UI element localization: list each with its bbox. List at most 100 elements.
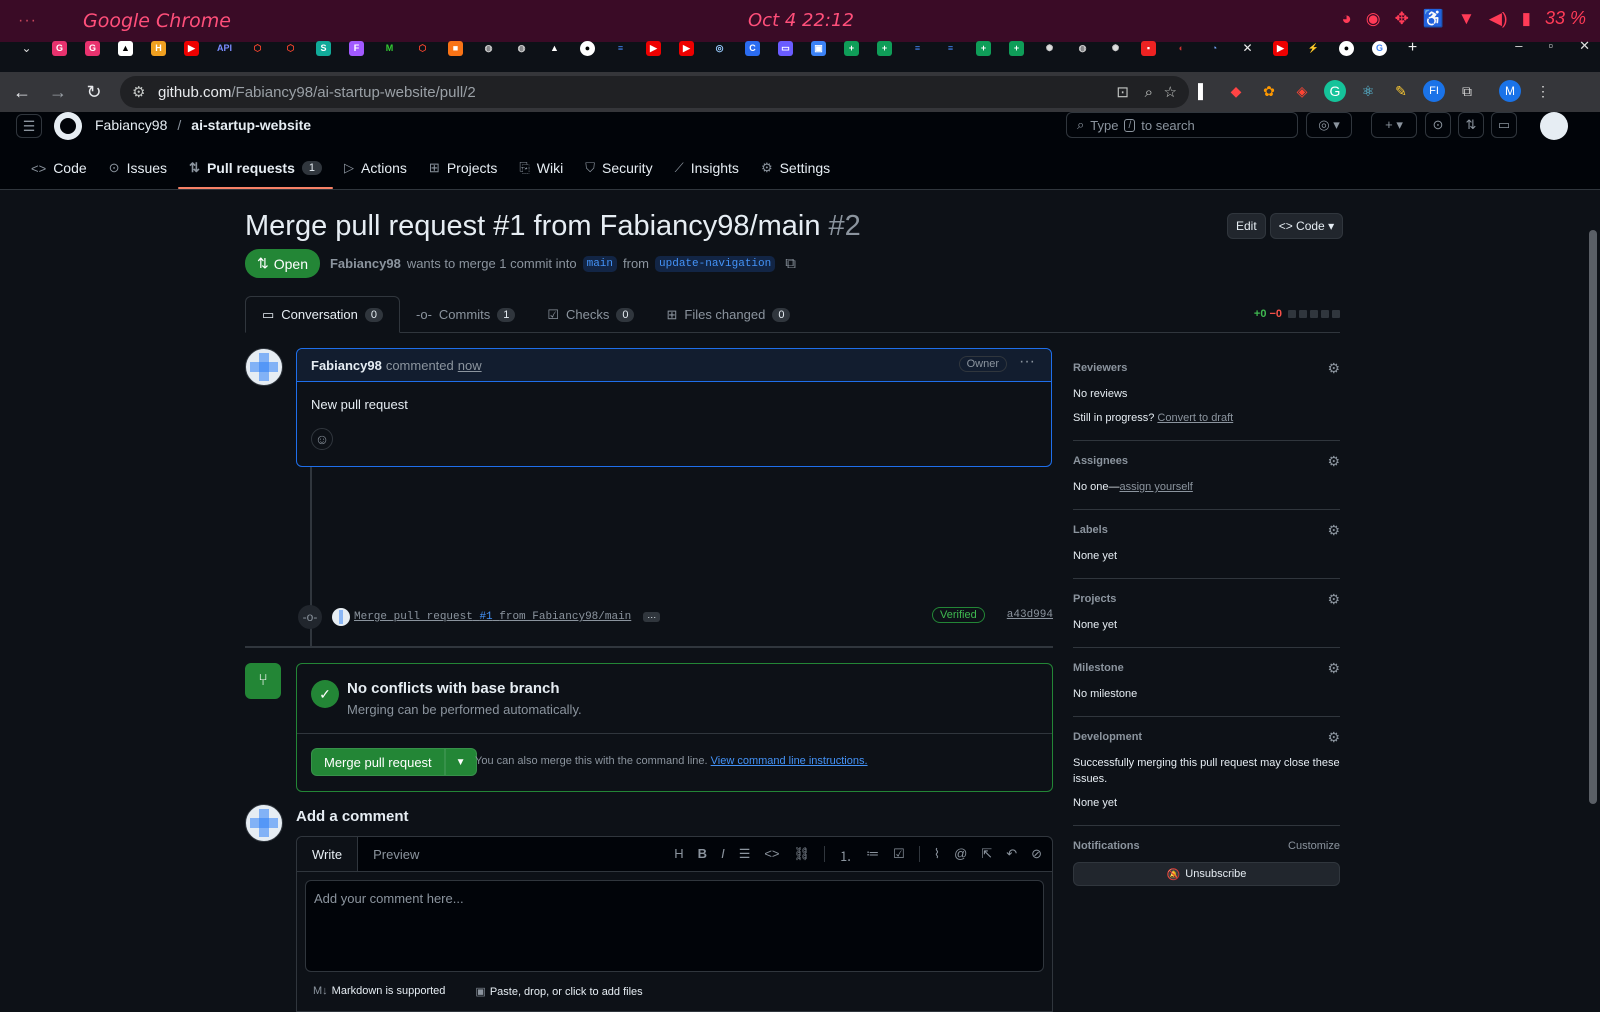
commit-pr-link[interactable]: #1 — [479, 611, 492, 623]
ext-red-icon[interactable]: ◆ — [1225, 80, 1247, 102]
assignees-heading[interactable]: Assignees — [1073, 455, 1340, 467]
issues-icon[interactable]: ⊙ — [1425, 112, 1451, 138]
active-app-name[interactable]: Google Chrome — [83, 10, 231, 32]
kebab-menu-icon[interactable]: ··· — [1019, 353, 1035, 371]
reload-icon[interactable]: ↻ — [76, 82, 112, 103]
zoom-icon[interactable]: ⌕ — [1145, 84, 1153, 101]
gear-icon[interactable]: ⚙ — [1327, 591, 1340, 608]
tab-favicon-globe-icon[interactable]: ◍ — [472, 37, 505, 59]
create-new-button[interactable]: + ▾ — [1371, 112, 1417, 138]
tab-favicon-badge-icon[interactable]: ▪ — [1132, 37, 1165, 59]
merge-pull-request-button[interactable]: Merge pull request — [311, 748, 445, 776]
tab-favicon-red-icon[interactable]: ◐ — [1165, 37, 1198, 59]
tab-favicon-youtube3-icon[interactable]: ▶ — [670, 37, 703, 59]
tab-checks[interactable]: ☑ Checks 0 — [531, 296, 650, 333]
pull-requests-icon[interactable]: ⇅ — [1458, 112, 1484, 138]
code-icon[interactable]: <> — [764, 846, 779, 865]
accessibility-icon[interactable]: ♿ — [1423, 9, 1444, 29]
site-info-icon[interactable]: ⚙ — [132, 83, 145, 101]
maximize-icon[interactable]: ▫ — [1548, 38, 1553, 54]
current-user-avatar[interactable] — [245, 804, 283, 842]
tab-files-changed[interactable]: ⊞ Files changed 0 — [650, 296, 806, 333]
tab-favicon-figma-icon[interactable]: F — [340, 37, 373, 59]
tab-settings[interactable]: ⚙ Settings — [750, 150, 841, 186]
tab-issues[interactable]: ⊙ Issues — [98, 150, 178, 186]
comment-textarea[interactable]: Add your comment here... — [305, 880, 1044, 972]
quote-icon[interactable]: ☰ — [739, 846, 751, 865]
gear-icon[interactable]: ⚙ — [1327, 453, 1340, 470]
tab-favicon-hostinger-icon[interactable]: H — [142, 37, 175, 59]
tab-code[interactable]: <> Code — [20, 150, 98, 186]
tab-favicon-sheets-icon[interactable]: + — [835, 37, 868, 59]
gear-icon[interactable]: ⚙ — [1327, 360, 1340, 377]
tab-favicon-image-icon[interactable]: ▣ — [802, 37, 835, 59]
copilot-button[interactable]: ◎ ▾ — [1306, 112, 1352, 138]
expand-commit-button[interactable]: ··· — [643, 612, 661, 622]
tab-favicon-window-icon[interactable]: ▭ — [769, 37, 802, 59]
tab-favicon-github-icon[interactable]: ● — [571, 37, 604, 59]
search-input[interactable]: ⌕ Type / to search — [1066, 112, 1298, 138]
bookmark-star-icon[interactable]: ☆ — [1164, 83, 1177, 101]
merge-method-dropdown[interactable]: ▼ — [444, 748, 477, 776]
edit-title-button[interactable]: Edit — [1227, 213, 1266, 239]
head-branch[interactable]: update-navigation — [655, 255, 776, 272]
tab-favicon-gmail-icon[interactable]: M — [373, 37, 406, 59]
milestone-heading[interactable]: Milestone — [1073, 662, 1340, 674]
comment-author-avatar[interactable] — [245, 348, 283, 386]
ext-fi-icon[interactable]: FI — [1423, 80, 1445, 102]
volume-icon[interactable]: ◀) — [1489, 9, 1508, 29]
back-icon[interactable]: ← — [4, 82, 40, 103]
tab-security[interactable]: ⛉ Security — [574, 150, 663, 186]
hamburger-menu-icon[interactable]: ☰ — [16, 114, 42, 138]
tab-favicon-box-icon[interactable]: ■ — [439, 37, 472, 59]
gear-icon[interactable]: ⚙ — [1327, 660, 1340, 677]
tab-favicon-vercel-icon[interactable]: ▲ — [109, 37, 142, 59]
tab-favicon-globe2-icon[interactable]: ◍ — [505, 37, 538, 59]
speedometer-icon[interactable]: ◕ — [1341, 9, 1351, 29]
slack-icon[interactable]: ✥ — [1395, 9, 1409, 29]
repo-name-link[interactable]: ai-startup-website — [191, 117, 311, 133]
tab-favicon-swirl-icon[interactable]: ◔ — [1198, 37, 1231, 59]
chrome-menu-icon[interactable]: ⋮ — [1532, 80, 1554, 102]
reply-icon[interactable]: ↶ — [1006, 846, 1017, 865]
tab-favicon-g1-icon[interactable]: G — [43, 37, 76, 59]
github-logo-icon[interactable] — [54, 112, 82, 140]
write-tab[interactable]: Write — [297, 837, 359, 871]
bullet-list-icon[interactable]: ≔ — [866, 846, 879, 865]
tab-favicon-openai-icon[interactable]: ✺ — [1033, 37, 1066, 59]
ext-brave-icon[interactable]: ◈ — [1291, 80, 1313, 102]
commit-author-avatar[interactable] — [332, 608, 350, 626]
activities-button[interactable]: ··· — [18, 12, 37, 30]
tab-favicon-api-icon[interactable]: API — [208, 37, 241, 59]
convert-to-draft-link[interactable]: Convert to draft — [1157, 412, 1233, 424]
attach-note[interactable]: ▣ Paste, drop, or click to add files — [475, 985, 642, 998]
assign-yourself-link[interactable]: assign yourself — [1119, 481, 1192, 493]
tab-favicon-globe3-icon[interactable]: ◍ — [1066, 37, 1099, 59]
clock[interactable]: Oct 4 22:12 — [748, 10, 854, 31]
projects-heading[interactable]: Projects — [1073, 593, 1340, 605]
repo-owner-link[interactable]: Fabiancy98 — [95, 117, 167, 133]
tab-favicon-openai2-icon[interactable]: ✺ — [1099, 37, 1132, 59]
verified-badge[interactable]: Verified — [932, 607, 985, 623]
tab-favicon-web-icon[interactable]: ◎ — [703, 37, 736, 59]
new-tab-icon[interactable]: + — [1396, 37, 1429, 59]
tab-commits[interactable]: -o- Commits 1 — [400, 296, 531, 333]
unsubscribe-button[interactable]: 🔕 Unsubscribe — [1073, 862, 1340, 886]
commit-sha-link[interactable]: a43d994 — [1007, 609, 1053, 621]
customize-link[interactable]: Customize — [1288, 840, 1340, 852]
labels-heading[interactable]: Labels — [1073, 524, 1340, 536]
slash-command-icon[interactable]: ⊘ — [1031, 846, 1042, 865]
italic-icon[interactable]: I — [721, 846, 725, 865]
markdown-note[interactable]: M↓ Markdown is supported — [313, 985, 445, 998]
tab-favicon-google-icon[interactable]: G — [1363, 37, 1396, 59]
copy-icon[interactable]: ⧉ — [785, 255, 796, 272]
tab-favicon-docs2-icon[interactable]: ≡ — [901, 37, 934, 59]
tab-favicon-github2-icon[interactable]: ● — [1330, 37, 1363, 59]
chrome-tray-icon[interactable]: ◉ — [1366, 9, 1381, 29]
bold-icon[interactable]: B — [698, 846, 707, 865]
tab-favicon-youtube2-icon[interactable]: ▶ — [637, 37, 670, 59]
cross-reference-icon[interactable]: ⇱ — [981, 846, 992, 865]
tab-favicon-laravel3-icon[interactable]: ⬡ — [406, 37, 439, 59]
tab-favicon-logo-icon[interactable]: ⚡ — [1297, 37, 1330, 59]
base-branch[interactable]: main — [582, 255, 618, 272]
